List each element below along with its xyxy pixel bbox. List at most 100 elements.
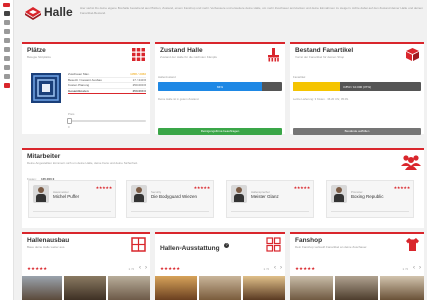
condition-bar-label: Hallenzustand bbox=[158, 75, 176, 79]
employee-rating: ★★★★★ bbox=[393, 185, 411, 190]
condition-note: Deine Halle ist in gutem Zustand. bbox=[158, 97, 200, 101]
seats-grid-icon bbox=[132, 48, 145, 61]
merch-card: Bestand Fanartikel Vorrat der Fanartikel… bbox=[290, 42, 424, 135]
employee-rating: ★★★★★ bbox=[193, 185, 211, 190]
equip-prev-button[interactable]: ‹ bbox=[274, 265, 276, 271]
help-icon[interactable]: ? bbox=[224, 243, 230, 249]
build-photo[interactable] bbox=[108, 276, 150, 300]
sidebar-arena-icon[interactable] bbox=[3, 83, 10, 88]
page-title: Halle bbox=[44, 5, 73, 19]
main-content: Halle Hier siehst Du deine eigene Boxhal… bbox=[14, 0, 427, 300]
sidebar bbox=[0, 0, 14, 300]
build-image-strip bbox=[22, 276, 150, 300]
shop-subtitle: Dein Fanshop verkauft Fanartikel an dein… bbox=[295, 245, 368, 249]
divider bbox=[331, 211, 409, 212]
sidebar-fight-icon[interactable] bbox=[3, 29, 10, 34]
merch-progress-bar: 3.853 / 10.000 (37%) bbox=[293, 82, 421, 91]
page-description: Hier siehst Du deine eigene Boxhalle bes… bbox=[80, 6, 423, 15]
team-icon bbox=[401, 155, 421, 170]
merch-note: Letzte Lieferung: 3 Kisten · 36.20 Uhr, … bbox=[293, 97, 349, 101]
merch-bar-label: Fanartikel bbox=[293, 75, 306, 79]
merch-progress-text: 3.853 / 10.000 (37%) bbox=[342, 85, 372, 89]
price-slider[interactable] bbox=[67, 118, 146, 124]
build-photo[interactable] bbox=[22, 276, 62, 300]
merch-subtitle: Vorrat der Fanartikel für deinen Shop bbox=[295, 55, 345, 59]
employee-name: Michel Puffer bbox=[53, 194, 80, 199]
equip-pager: 1 / 5 bbox=[263, 267, 269, 271]
price-slider-value: 0 bbox=[68, 125, 70, 129]
sidebar-boxer-icon[interactable] bbox=[3, 20, 10, 25]
employee-rating: ★★★★★ bbox=[95, 185, 113, 190]
shop-photo[interactable] bbox=[380, 276, 424, 300]
build-subtitle: Baue deine Halle weiter aus. bbox=[27, 245, 66, 249]
build-photo[interactable] bbox=[64, 276, 106, 300]
equip-rating: ★★★★★ bbox=[160, 266, 181, 271]
shop-title: Fanshop bbox=[295, 237, 323, 244]
build-prev-button[interactable]: ‹ bbox=[139, 265, 141, 271]
places-card: Plätze Belegte Sitzplätze Zuschauer Max.… bbox=[22, 42, 150, 134]
employee-avatar bbox=[33, 185, 49, 203]
equip-photo[interactable] bbox=[243, 276, 285, 300]
equip-photo[interactable] bbox=[199, 276, 241, 300]
merch-title: Bestand Fanartikel bbox=[295, 47, 354, 54]
shop-next-button[interactable]: › bbox=[419, 265, 421, 271]
build-pager: 1 / 5 bbox=[128, 267, 134, 271]
sidebar-training-icon[interactable] bbox=[3, 47, 10, 52]
employee-card[interactable]: ★★★★★ Promoter Boxing Republic bbox=[326, 180, 414, 218]
sidebar-home-icon[interactable] bbox=[3, 11, 10, 16]
app-root: Halle Hier siehst Du deine eigene Boxhal… bbox=[0, 0, 427, 300]
shirt-icon bbox=[406, 238, 419, 251]
hire-cleaning-button[interactable]: Reinigungsfirma beauftragen bbox=[158, 128, 282, 135]
sidebar-settings-icon[interactable] bbox=[3, 74, 10, 79]
employee-name: Die Bodyguard Wiezen bbox=[151, 194, 198, 199]
page-header: Halle Hier siehst Du deine eigene Boxhal… bbox=[24, 3, 424, 31]
building-grid-icon bbox=[131, 237, 146, 252]
equip-next-button[interactable]: › bbox=[280, 265, 282, 271]
condition-subtitle: Zustand der Halle für die nächsten Kämpf… bbox=[160, 55, 218, 59]
shop-photo[interactable] bbox=[290, 276, 333, 300]
box-icon bbox=[406, 48, 419, 61]
shop-prev-button[interactable]: ‹ bbox=[413, 265, 415, 271]
employee-name: Boxing Republic bbox=[351, 194, 384, 199]
restock-button[interactable]: Bestände auffüllen bbox=[293, 128, 421, 135]
build-title: Hallenausbau bbox=[27, 237, 70, 244]
arena-seatmap-icon bbox=[31, 73, 61, 103]
build-next-button[interactable]: › bbox=[145, 265, 147, 271]
broom-icon bbox=[268, 48, 279, 62]
sidebar-menu-icon[interactable] bbox=[3, 3, 10, 7]
condition-progress-text: 84% bbox=[216, 85, 223, 89]
employee-card[interactable]: ★★★★★ Security Die Bodyguard Wiezen bbox=[126, 180, 214, 218]
staff-subtitle: Deine Angestellten kümmern sich um deine… bbox=[27, 161, 138, 165]
sidebar-stats-icon[interactable] bbox=[3, 56, 10, 61]
divider bbox=[33, 211, 111, 212]
condition-progress-bar: 84% bbox=[158, 82, 282, 91]
equip-photo[interactable] bbox=[155, 276, 197, 300]
equip-image-strip bbox=[155, 276, 285, 300]
arena-logo-icon bbox=[25, 7, 41, 20]
shop-pager: 1 / 5 bbox=[402, 267, 408, 271]
employee-avatar bbox=[331, 185, 347, 203]
divider bbox=[231, 211, 309, 212]
price-slider-handle[interactable] bbox=[67, 118, 72, 124]
staff-title: Mitarbeiter bbox=[27, 153, 61, 160]
condition-card: Zustand Halle Zustand der Halle für die … bbox=[155, 42, 285, 135]
shop-photo[interactable] bbox=[335, 276, 378, 300]
places-title: Plätze bbox=[27, 47, 46, 54]
employee-rating: ★★★★★ bbox=[293, 185, 311, 190]
employee-avatar bbox=[231, 185, 247, 203]
places-subtitle: Belegte Sitzplätze bbox=[27, 55, 52, 59]
divider bbox=[131, 211, 209, 212]
employee-avatar bbox=[131, 185, 147, 203]
sidebar-finance-icon[interactable] bbox=[3, 65, 10, 70]
shop-image-strip bbox=[290, 276, 424, 300]
places-total-row: Gesamtkosten 250.000 € bbox=[68, 88, 146, 94]
shop-rating: ★★★★★ bbox=[295, 266, 316, 271]
equip-subtitle: Verbessere deine Ausstattung. bbox=[160, 245, 201, 249]
employee-name: Meister Glanz bbox=[251, 194, 279, 199]
sidebar-search-icon[interactable] bbox=[3, 38, 10, 43]
employee-card[interactable]: ★★★★★ Hallensprecher Meister Glanz bbox=[226, 180, 314, 218]
price-slider-label: Preis bbox=[68, 112, 75, 116]
employee-card[interactable]: ★★★★★ Hausmeister Michel Puffer bbox=[28, 180, 116, 218]
equipment-grid-icon bbox=[266, 237, 281, 252]
build-rating: ★★★★★ bbox=[27, 266, 48, 271]
